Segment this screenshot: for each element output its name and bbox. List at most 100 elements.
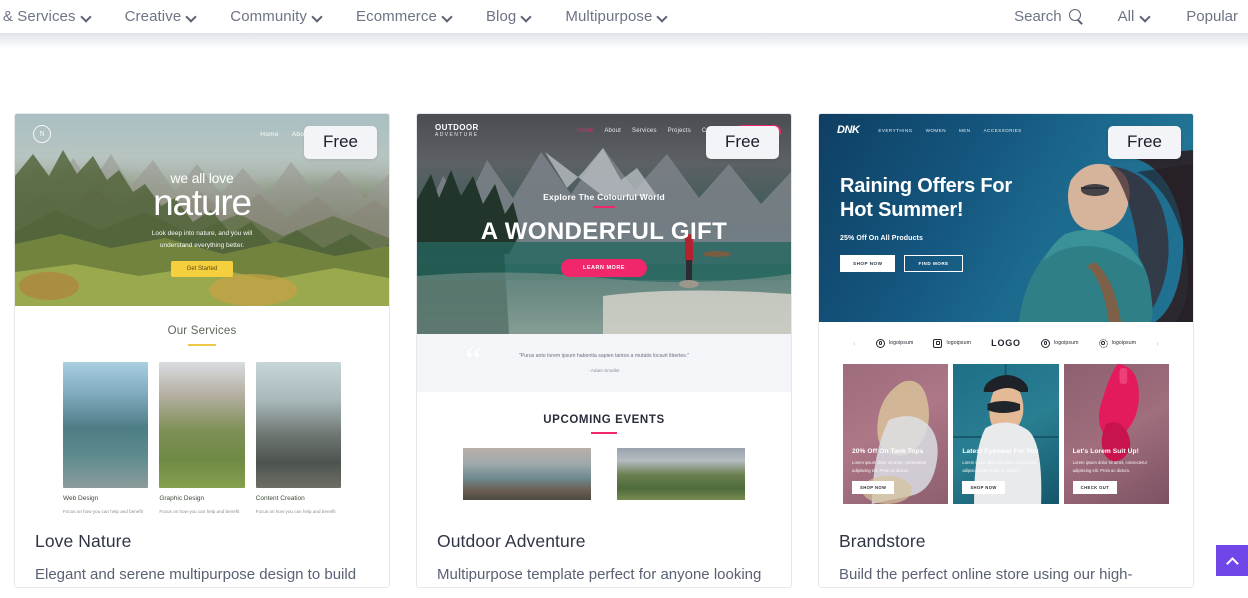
service-name: Web Design bbox=[63, 495, 148, 502]
preview-menu-item: Home bbox=[577, 128, 594, 134]
preview-menu-item: ACCESSORIES bbox=[984, 128, 1022, 133]
scroll-to-top-button[interactable] bbox=[1216, 545, 1248, 576]
template-preview-thumbnail[interactable]: N Home About Services Cor we all love na… bbox=[15, 114, 389, 514]
chevron-down-icon bbox=[658, 12, 667, 21]
preview-logo: N bbox=[33, 125, 51, 143]
service-text: Focus on how you can help and benefit yo… bbox=[63, 507, 148, 514]
top-navigation-bar: ess & Services Creative Community Ecomme… bbox=[0, 0, 1248, 33]
nav-item-creative[interactable]: Creative bbox=[108, 8, 214, 25]
filter-dropdown-all[interactable]: All bbox=[1100, 8, 1169, 25]
product-title: Latest Eyewear For You bbox=[962, 448, 1049, 455]
preview-logo: OUTDOOR ADVENTURE bbox=[435, 124, 479, 138]
brand-logo-name: logoipsum bbox=[1112, 340, 1137, 346]
product-overlay: Let's Lorem Suit Up! Lorem ipsum dolor s… bbox=[1073, 448, 1160, 494]
template-card-brandstore[interactable]: DNK EVERYTHING WOMEN MEN ACCESSORIES ABO… bbox=[818, 113, 1194, 588]
product-button: SHOP NOW bbox=[852, 481, 894, 494]
template-card-love-nature[interactable]: N Home About Services Cor we all love na… bbox=[14, 113, 390, 588]
service-name: Graphic Design bbox=[159, 495, 244, 502]
chevron-down-icon bbox=[82, 12, 91, 21]
service-image bbox=[63, 362, 148, 488]
hero-title: A WONDERFUL GIFT bbox=[417, 218, 791, 246]
navbar-shadow bbox=[0, 33, 1248, 49]
logo-mark-icon bbox=[876, 339, 885, 348]
preview-menu-item: MEN bbox=[959, 128, 971, 133]
service-column: Graphic Design Focus on how you can help… bbox=[159, 362, 244, 514]
sort-dropdown-popular[interactable]: Popular bbox=[1168, 8, 1248, 25]
chevron-up-icon bbox=[1227, 555, 1238, 566]
chevron-down-icon bbox=[187, 12, 196, 21]
hero-cta-button: Get Started bbox=[171, 261, 234, 277]
service-text: Focus on how you can help and benefit yo… bbox=[159, 507, 244, 514]
brand-logo: logoipsum bbox=[876, 339, 914, 348]
nav-item-ecommerce[interactable]: Ecommerce bbox=[339, 8, 469, 25]
nav-utilities: Search All Popular bbox=[998, 8, 1248, 25]
hero-eyebrow: Explore The Colourful World bbox=[417, 192, 791, 202]
product-promo-card: Let's Lorem Suit Up! Lorem ipsum dolor s… bbox=[1064, 364, 1169, 504]
status-badge-free: Free bbox=[304, 126, 377, 159]
services-columns: Web Design Focus on how you can help and… bbox=[15, 346, 389, 514]
nav-label: Multipurpose bbox=[565, 8, 652, 25]
carousel-next-icon: › bbox=[1156, 339, 1159, 348]
testimonial-text: "Purus ante lorem ipsum habentia sapien … bbox=[519, 353, 689, 359]
brand-logo-name: LOGO bbox=[991, 338, 1021, 348]
logo-mark-icon bbox=[933, 339, 942, 348]
chevron-down-icon bbox=[313, 12, 322, 21]
hero-primary-button: SHOP NOW bbox=[840, 255, 895, 272]
card-title: Love Nature bbox=[35, 531, 369, 552]
product-promo-card: 20% Off On Tank Tops Lorem ipsum dolor s… bbox=[843, 364, 948, 504]
hero-subtitle: 25% Off On All Products bbox=[840, 235, 1012, 242]
preview-menu-item: WOMEN bbox=[926, 128, 946, 133]
product-title: Let's Lorem Suit Up! bbox=[1073, 448, 1160, 455]
services-heading: Our Services bbox=[15, 325, 389, 337]
template-card-outdoor-adventure[interactable]: OUTDOOR ADVENTURE Home About Services Pr… bbox=[416, 113, 792, 588]
logo-line-2: ADVENTURE bbox=[435, 133, 479, 138]
nav-label: Blog bbox=[486, 8, 516, 25]
preview-menu-item: Home bbox=[260, 131, 279, 138]
search-button[interactable]: Search bbox=[998, 8, 1100, 25]
nav-item-business-services[interactable]: ess & Services bbox=[0, 8, 108, 25]
product-button: CHECK OUT bbox=[1073, 481, 1118, 494]
product-text: Lorem ipsum dolor sit amet, consectetur … bbox=[852, 459, 939, 475]
nav-label: Creative bbox=[125, 8, 182, 25]
card-description: Build the perfect online store using our… bbox=[839, 563, 1173, 587]
brand-logo-name: logoipsum bbox=[1054, 340, 1079, 346]
product-button: SHOP NOW bbox=[962, 481, 1004, 494]
brand-logo-name: logoipsum bbox=[946, 340, 971, 346]
preview-menu-item: EVERYTHING bbox=[878, 128, 912, 133]
product-promo-card: Latest Eyewear For You Lorem ipsum dolor… bbox=[953, 364, 1058, 504]
preview-menu-item: Projects bbox=[668, 128, 691, 134]
search-icon bbox=[1069, 9, 1084, 24]
nav-label: Ecommerce bbox=[356, 8, 437, 25]
preview-logo: DNK bbox=[837, 124, 859, 136]
template-preview-thumbnail[interactable]: DNK EVERYTHING WOMEN MEN ACCESSORIES ABO… bbox=[819, 114, 1193, 514]
hero-secondary-button: FIND MORE bbox=[904, 255, 962, 272]
nav-label: ess & Services bbox=[0, 8, 76, 25]
template-preview-thumbnail[interactable]: OUTDOOR ADVENTURE Home About Services Pr… bbox=[417, 114, 791, 514]
hero-title: Raining Offers For Hot Summer! bbox=[840, 174, 1012, 223]
logo-mark-icon bbox=[1041, 339, 1050, 348]
filter-label: All bbox=[1118, 8, 1135, 25]
testimonial-author: - Adam Smaller bbox=[588, 368, 619, 373]
primary-nav-list: ess & Services Creative Community Ecomme… bbox=[0, 8, 684, 25]
preview-hero-text: we all love nature Look deep into nature… bbox=[15, 170, 389, 277]
brand-logo: logoipsum bbox=[933, 339, 971, 348]
eyebrow-underline bbox=[593, 206, 615, 208]
status-badge-free: Free bbox=[706, 126, 779, 159]
hero-cta-button: LEARN MORE bbox=[561, 259, 647, 277]
search-label: Search bbox=[1014, 8, 1062, 25]
nav-item-blog[interactable]: Blog bbox=[469, 8, 548, 25]
event-image bbox=[463, 448, 591, 500]
preview-services-section: Our Services Web Design Focus on how you… bbox=[15, 306, 389, 514]
preview-menu: EVERYTHING WOMEN MEN ACCESSORIES bbox=[878, 128, 1021, 133]
nav-item-multipurpose[interactable]: Multipurpose bbox=[548, 8, 684, 25]
card-description: Elegant and serene multipurpose design t… bbox=[35, 563, 369, 587]
template-card-grid: N Home About Services Cor we all love na… bbox=[14, 113, 1194, 588]
nav-item-community[interactable]: Community bbox=[213, 8, 339, 25]
preview-menu-item: Services bbox=[632, 128, 657, 134]
chevron-down-icon bbox=[522, 12, 531, 21]
preview-testimonial-section: “ "Purus ante lorem ipsum habentia sapie… bbox=[417, 334, 791, 392]
nav-label: Community bbox=[230, 8, 307, 25]
events-heading: UPCOMING EVENTS bbox=[417, 414, 791, 426]
brand-logo-strip: ‹ logoipsum logoipsum LOGO logoipsum log… bbox=[819, 322, 1193, 364]
product-text: Lorem ipsum dolor sit amet, consectetur … bbox=[962, 459, 1049, 475]
